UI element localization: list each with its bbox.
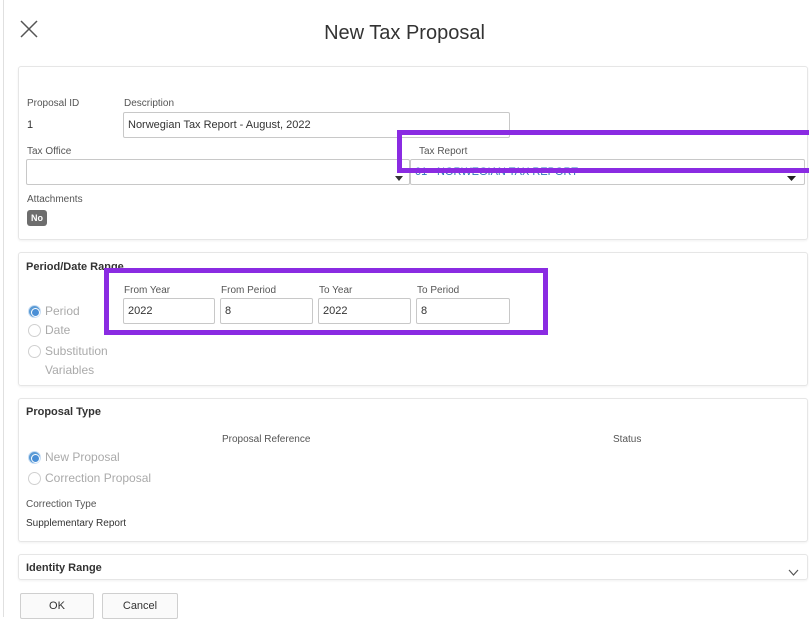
period-range-highlight xyxy=(104,268,548,335)
radio-substitution-label-line2: Variables xyxy=(45,363,95,377)
status-header: Status xyxy=(613,434,642,445)
ok-button[interactable]: OK xyxy=(20,593,94,619)
proposal-type-section-title: Proposal Type xyxy=(26,406,101,418)
radio-date[interactable]: Date xyxy=(28,323,70,337)
radio-date-label: Date xyxy=(45,323,71,337)
radio-unselected-icon xyxy=(28,344,41,358)
identity-range-title: Identity Range xyxy=(26,562,102,574)
proposal-id-label: Proposal ID xyxy=(27,98,80,109)
attachments-label: Attachments xyxy=(27,194,83,205)
tax-report-highlight xyxy=(397,130,809,173)
attachments-badge[interactable]: No xyxy=(27,210,47,226)
description-label: Description xyxy=(124,98,175,109)
radio-new-proposal[interactable]: New Proposal xyxy=(28,450,120,464)
radio-unselected-icon xyxy=(28,323,41,337)
radio-selected-icon xyxy=(28,304,41,318)
tax-office-select[interactable] xyxy=(26,159,410,185)
radio-correction-proposal[interactable]: Correction Proposal xyxy=(28,471,151,485)
radio-substitution-label: Substitution xyxy=(45,344,108,358)
proposal-id-value: 1 xyxy=(27,119,34,131)
identity-range-card[interactable]: Identity Range xyxy=(18,554,808,580)
proposal-reference-header: Proposal Reference xyxy=(222,434,311,445)
radio-new-proposal-label: New Proposal xyxy=(45,450,120,464)
correction-type-value: Supplementary Report xyxy=(26,518,127,529)
chevron-down-icon[interactable] xyxy=(788,563,799,581)
proposal-type-card: Proposal Type Proposal Reference Status … xyxy=(18,398,808,542)
dialog-title: New Tax Proposal xyxy=(324,22,485,44)
correction-type-label: Correction Type xyxy=(26,499,97,510)
radio-period[interactable]: Period xyxy=(28,304,80,318)
tax-office-label: Tax Office xyxy=(27,146,72,157)
radio-correction-proposal-label: Correction Proposal xyxy=(45,471,152,485)
radio-unselected-icon xyxy=(28,471,41,485)
left-border xyxy=(3,0,4,617)
cancel-button[interactable]: Cancel xyxy=(102,593,178,619)
radio-substitution[interactable]: Substitution xyxy=(28,344,108,358)
radio-selected-icon xyxy=(28,450,41,464)
radio-period-label: Period xyxy=(45,304,80,318)
